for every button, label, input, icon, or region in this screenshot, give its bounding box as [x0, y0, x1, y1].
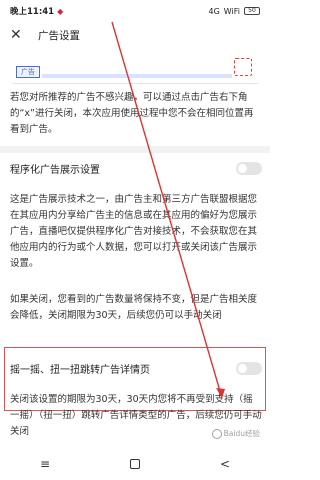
ad-close-area-icon [234, 58, 252, 76]
section-divider [0, 146, 270, 153]
programmatic-description: 这是广告展示技术之一，由广告主和第三方广告联盟根据您在其应用内分享给广告主的信息… [10, 194, 258, 269]
nav-home-button[interactable] [129, 459, 140, 469]
notification-icon: ◆ [57, 6, 64, 16]
nav-back-button[interactable]: < [220, 457, 230, 471]
watermark: Baidu经验 [211, 428, 260, 439]
ad-tag: 广告 [16, 66, 40, 78]
system-nav-bar: ≡ < [0, 448, 270, 480]
page-title: 广告设置 [38, 29, 80, 42]
shake-jump-setting[interactable]: 摇一摇、扭一扭跳转广告详情页 [10, 356, 262, 380]
battery-icon: 50 [244, 7, 260, 15]
watermark-text: Baidu经验 [223, 429, 260, 438]
status-icons: 4G WiFi 50 [208, 6, 260, 16]
title-bar: ✕ 广告设置 [0, 22, 270, 48]
programmatic-ad-toggle[interactable] [236, 161, 262, 175]
programmatic-note: 如果关闭，您看到的广告数量将保持不变，但是广告相关度会降低，关闭期限为30天，后… [10, 294, 258, 321]
status-bar: 晚上11:41 ◆ 4G WiFi 50 [0, 0, 270, 22]
watermark-logo-icon [211, 429, 222, 439]
ad-image-strip [42, 74, 232, 78]
close-icon[interactable]: ✕ [10, 28, 24, 42]
network-indicator: 4G [208, 6, 220, 16]
programmatic-ad-setting[interactable]: 程序化广告展示设置 [10, 156, 262, 180]
wifi-icon: WiFi [223, 6, 240, 16]
shake-jump-label: 摇一摇、扭一扭跳转广告详情页 [10, 364, 150, 376]
nav-menu-button[interactable]: ≡ [40, 457, 50, 471]
ad-banner-preview: 广告 [12, 50, 258, 84]
programmatic-ad-label: 程序化广告展示设置 [10, 164, 100, 176]
status-time: 晚上11:41 [10, 7, 55, 17]
shake-jump-toggle[interactable] [236, 361, 262, 375]
intro-text: 若您对所推荐的广告不感兴趣，可以通过点击广告右下角的“x”进行关闭，本次应用使用… [10, 92, 254, 135]
